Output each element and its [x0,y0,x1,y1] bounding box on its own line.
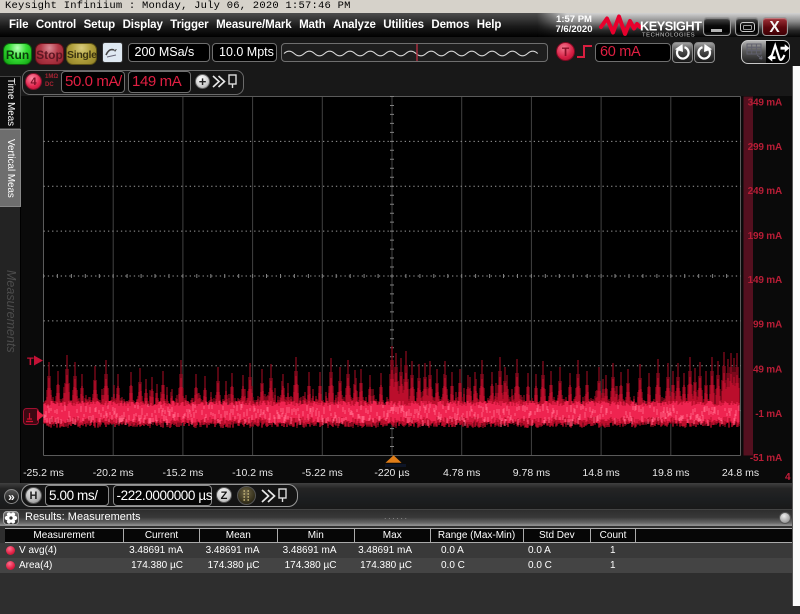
svg-text:249 mA: 249 mA [748,186,782,197]
svg-text:14.8 ms: 14.8 ms [582,467,619,479]
svg-text:T: T [27,356,34,368]
svg-text:-20.2 ms: -20.2 ms [93,467,134,479]
svg-text:TECHNOLOGIES: TECHNOLOGIES [642,33,695,38]
svg-text:49 mA: 49 mA [753,365,782,376]
svg-text:24.8 ms: 24.8 ms [722,467,759,479]
svg-text:4: 4 [785,472,791,483]
svg-text:-10.2 ms: -10.2 ms [232,467,273,479]
svg-text:349 mA: 349 mA [748,98,782,109]
svg-text:4.78 ms: 4.78 ms [443,467,480,479]
svg-text:9.78 ms: 9.78 ms [513,467,550,479]
svg-text:149 mA: 149 mA [748,275,782,286]
svg-text:199 mA: 199 mA [748,231,782,242]
svg-text:-51 mA: -51 mA [750,453,782,464]
svg-text:-15.2 ms: -15.2 ms [162,467,203,479]
svg-text:19.8 ms: 19.8 ms [652,467,689,479]
svg-text:299 mA: 299 mA [748,142,782,153]
svg-text:-25.2 ms: -25.2 ms [23,467,64,479]
svg-text:-5.22 ms: -5.22 ms [302,467,343,479]
svg-text:-1 mA: -1 mA [755,409,782,420]
svg-text:KEYSIGHT: KEYSIGHT [640,19,702,34]
svg-text:99 mA: 99 mA [753,320,782,331]
svg-text:-220 µs: -220 µs [374,467,409,479]
